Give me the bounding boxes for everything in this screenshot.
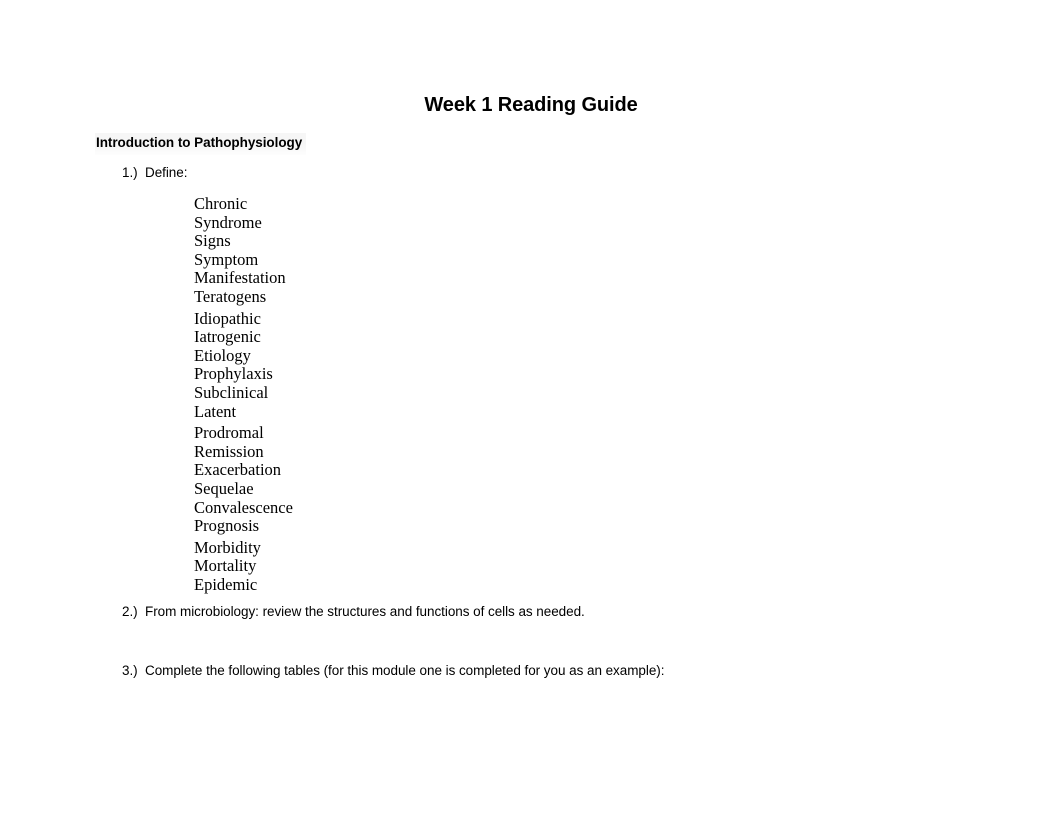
list-item: Exacerbation [194,460,282,480]
list-item-2-number: 2.) [122,604,138,619]
list-item-1: 1.) Define: [122,164,187,182]
document-page: Week 1 Reading Guide Introduction to Pat… [0,0,1062,822]
list-item-3-label: Complete the following tables (for this … [145,663,665,678]
list-item: Morbidity [194,537,261,557]
list-item: Latent [194,401,237,421]
list-item: Prophylaxis [194,364,273,384]
list-item: Mortality [194,556,257,576]
list-item: Teratogens [194,286,267,306]
section-heading: Introduction to Pathophysiology [95,133,307,155]
list-item-3: 3.) Complete the following tables (for th… [122,662,664,680]
list-item: Epidemic [194,574,258,594]
list-item: Etiology [194,345,251,365]
list-item: Syndrome [194,212,262,232]
list-item-2-label: From microbiology: review the structures… [145,604,585,619]
list-item: Iatrogenic [194,327,261,347]
list-item-3-number: 3.) [122,663,138,678]
term-group-3: Prodromal Remission Exacerbation Sequela… [194,424,293,536]
term-group-4: Morbidity Mortality Epidemic [194,537,293,595]
list-item-1-label: Define: [145,165,188,180]
list-item: Chronic [194,194,248,213]
list-item: Remission [194,441,264,461]
list-item: Convalescence [194,497,293,517]
list-item: Prodromal [194,423,264,443]
term-group-1: Chronic Syndrome Signs Symptom Manifesta… [194,194,293,307]
list-item: Prognosis [194,516,260,536]
list-item-1-number: 1.) [122,165,138,180]
list-item: Manifestation [194,268,286,288]
list-item: Signs [194,231,231,251]
list-item: Subclinical [194,382,269,402]
term-group-2: Idiopathic Iatrogenic Etiology Prophylax… [194,308,293,422]
list-item: Idiopathic [194,308,261,328]
list-item: Symptom [194,249,259,269]
list-item-2: 2.) From microbiology: review the structu… [122,603,585,621]
definition-term-list: Chronic Syndrome Signs Symptom Manifesta… [194,194,293,595]
page-title: Week 1 Reading Guide [424,94,638,116]
list-item: Sequelae [194,478,254,498]
